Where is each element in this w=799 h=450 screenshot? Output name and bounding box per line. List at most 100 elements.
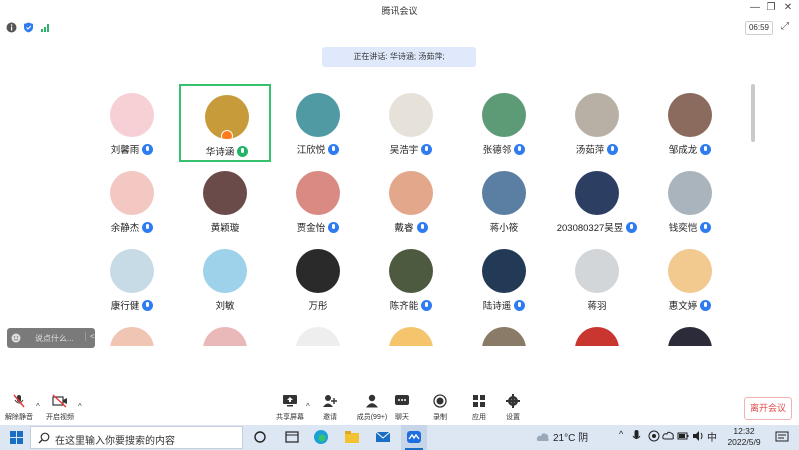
participant-tile[interactable] xyxy=(179,318,271,346)
unmute-label: 解除静音 xyxy=(5,414,33,421)
mic-status-icon xyxy=(514,299,526,311)
close-button[interactable]: ✕ xyxy=(781,2,795,13)
participant-name-row: 黄颖璇 xyxy=(179,220,271,234)
volume-icon[interactable] xyxy=(692,429,704,443)
share-screen-label: 共享屏幕 xyxy=(276,414,304,421)
participant-tile[interactable]: 江欣悦 xyxy=(272,84,364,162)
participant-tile[interactable] xyxy=(551,318,643,346)
participant-tile[interactable]: 余静杰 xyxy=(86,162,178,240)
tencent-meeting-icon xyxy=(407,431,421,443)
participant-grid: 刘馨雨 华诗涵 江欣悦 吴浩宇 张德邻 汤茹萍 邹成龙余静杰 黄颖璇 贾金怡 戴睿 蒋小筱 20308… xyxy=(86,80,712,346)
participant-tile[interactable]: 刘馨雨 xyxy=(86,84,178,162)
emoji-icon[interactable] xyxy=(11,333,21,343)
participant-name: 陆诗遥 xyxy=(482,301,512,312)
leave-meeting-button[interactable]: 离开会议 xyxy=(744,397,792,420)
participant-name: 万彤 xyxy=(308,301,328,312)
participant-tile[interactable]: 戴睿 xyxy=(365,162,457,240)
settings-button[interactable]: 设置 xyxy=(501,394,525,422)
participant-tile[interactable]: 刘敏 xyxy=(179,240,271,318)
participant-tile[interactable] xyxy=(365,318,457,346)
input-method-indicator[interactable]: 中 xyxy=(707,429,717,444)
participant-name: 黄颖璇 xyxy=(210,223,240,234)
participant-name-row: 张德邻 xyxy=(458,142,550,156)
restore-button[interactable]: ❐ xyxy=(764,2,778,13)
mic-status-icon xyxy=(514,143,526,155)
participant-tile[interactable]: 钱奕恺 xyxy=(644,162,712,240)
participant-tile[interactable]: 蒋羽 xyxy=(551,240,643,318)
video-options-chevron-icon[interactable]: ^ xyxy=(78,402,82,411)
edge-browser-icon[interactable] xyxy=(313,429,329,445)
participant-name-row: 203080327吴昱 xyxy=(551,220,643,234)
tencent-meeting-taskbar-item[interactable] xyxy=(401,425,427,450)
participant-tile[interactable]: 陆诗遥 xyxy=(458,240,550,318)
participant-tile[interactable]: 汤茹萍 xyxy=(551,84,643,162)
start-video-button[interactable]: 开启视频 xyxy=(44,394,76,422)
participant-tile[interactable] xyxy=(458,318,550,346)
tray-overflow-chevron-icon[interactable]: ^ xyxy=(619,429,623,439)
chat-input-box[interactable]: 说点什么... < xyxy=(7,328,95,348)
participant-tile[interactable]: 张德邻 xyxy=(458,84,550,162)
participant-tile[interactable]: 吴浩宇 xyxy=(365,84,457,162)
record-button[interactable]: 录制 xyxy=(428,394,452,422)
mic-muted-icon xyxy=(13,394,25,408)
mic-tray-icon[interactable] xyxy=(632,429,641,443)
mail-icon[interactable] xyxy=(375,429,391,445)
participant-name: 华诗涵 xyxy=(205,147,235,158)
participant-tile[interactable] xyxy=(644,318,712,346)
cloud-sync-icon[interactable] xyxy=(662,429,674,443)
participant-tile[interactable]: 203080327吴昱 xyxy=(551,162,643,240)
chat-button[interactable]: 聊天 xyxy=(390,394,414,422)
participant-tile[interactable]: 蒋小筱 xyxy=(458,162,550,240)
windows-start-icon[interactable] xyxy=(10,431,23,444)
title-bar: 腾讯会议 — ❐ ✕ xyxy=(0,0,799,19)
participant-avatar xyxy=(482,327,526,346)
participant-tile[interactable]: 邹成龙 xyxy=(644,84,712,162)
notification-icon[interactable] xyxy=(775,431,789,444)
apps-button[interactable]: 应用 xyxy=(467,394,491,422)
tray-app-icon[interactable] xyxy=(647,429,661,443)
battery-icon[interactable] xyxy=(677,429,689,443)
participant-avatar xyxy=(203,327,247,346)
participant-tile[interactable]: 黄颖璇 xyxy=(179,162,271,240)
participant-name: 蒋羽 xyxy=(587,301,607,312)
participant-tile[interactable]: 陈齐能 xyxy=(365,240,457,318)
file-explorer-icon[interactable] xyxy=(344,429,360,445)
participant-tile[interactable] xyxy=(272,318,364,346)
participant-avatar xyxy=(110,93,154,137)
fullscreen-icon[interactable]: ⤢ xyxy=(781,21,789,32)
widgets-icon[interactable] xyxy=(284,429,300,445)
participant-name: 蒋小筱 xyxy=(489,223,519,234)
security-shield-icon[interactable] xyxy=(23,22,34,33)
participant-name: 203080327吴昱 xyxy=(556,223,624,234)
participant-tile[interactable]: 康行健 xyxy=(86,240,178,318)
participant-tile[interactable]: 贾金怡 xyxy=(272,162,364,240)
share-screen-button[interactable]: 共享屏幕 xyxy=(274,394,306,422)
unmute-button[interactable]: 解除静音 xyxy=(3,394,35,422)
members-button[interactable]: 成员(99+) xyxy=(355,394,389,422)
system-clock[interactable]: 12:32 2022/5/9 xyxy=(722,426,766,448)
grid-scrollbar[interactable] xyxy=(751,84,755,142)
participant-name: 汤茹萍 xyxy=(575,145,605,156)
clock-date: 2022/5/9 xyxy=(727,437,761,447)
start-video-label: 开启视频 xyxy=(46,414,74,421)
audio-options-chevron-icon[interactable]: ^ xyxy=(36,402,40,411)
apps-grid-icon xyxy=(473,395,485,407)
participant-avatar xyxy=(482,171,526,215)
participant-name: 吴浩宇 xyxy=(389,145,419,156)
network-signal-icon[interactable] xyxy=(40,22,51,33)
info-icon[interactable] xyxy=(6,22,17,33)
chat-collapse-button[interactable]: < xyxy=(85,332,95,341)
invite-button[interactable]: 邀请 xyxy=(318,394,342,422)
minimize-button[interactable]: — xyxy=(748,2,762,13)
participant-tile[interactable]: 惠文婷 xyxy=(644,240,712,318)
share-options-chevron-icon[interactable]: ^ xyxy=(306,402,310,411)
taskbar-search-box[interactable]: 在这里输入你要搜索的内容 xyxy=(30,426,243,449)
mic-status-icon xyxy=(328,221,340,233)
participant-tile[interactable] xyxy=(86,318,178,346)
weather-text[interactable]: 21°C 阴 xyxy=(553,429,588,444)
weather-cloud-icon xyxy=(536,433,549,441)
participant-tile[interactable]: 万彤 xyxy=(272,240,364,318)
participant-tile[interactable]: 华诗涵 xyxy=(179,84,271,162)
task-view-icon[interactable] xyxy=(252,429,268,445)
search-icon xyxy=(38,432,50,444)
